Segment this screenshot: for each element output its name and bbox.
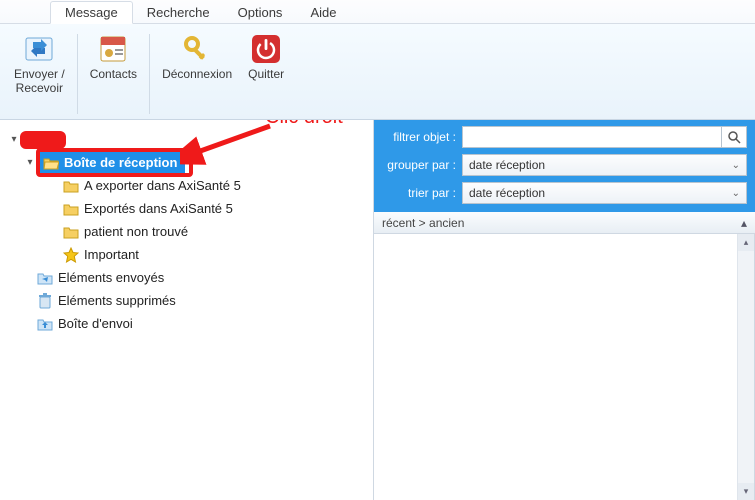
- tree-subfolder-important[interactable]: Important: [4, 243, 369, 266]
- chevron-down-icon: ⌄: [732, 160, 740, 171]
- star-icon: [62, 247, 80, 263]
- search-icon: [727, 130, 741, 144]
- sent-folder-icon: [36, 270, 54, 286]
- quit-button[interactable]: Quitter: [240, 30, 292, 118]
- main-area: Clic droit ▾ ▾: [0, 120, 755, 500]
- tree-sent-item[interactable]: Eléments envoyés: [4, 266, 369, 289]
- folder-icon: [62, 178, 80, 194]
- redacted-root-label: [20, 131, 66, 149]
- annotation-highlight-box: Boîte de réception: [36, 148, 193, 177]
- caret-up-icon: ▴: [741, 216, 747, 230]
- tree-inbox-item[interactable]: ▾ Boîte de réception: [4, 151, 369, 174]
- caret-down-icon[interactable]: ▾: [24, 157, 36, 168]
- tab-options[interactable]: Options: [224, 2, 297, 23]
- tree-outbox-item[interactable]: Boîte d'envoi: [4, 312, 369, 335]
- send-receive-label: Envoyer / Recevoir: [14, 68, 65, 96]
- sort-by-label: trier par :: [382, 186, 456, 200]
- contacts-icon: [96, 32, 130, 66]
- trash-icon: [36, 293, 54, 309]
- filter-object-label: filtrer objet :: [382, 130, 456, 144]
- key-icon: [180, 32, 214, 66]
- folder-icon: [62, 201, 80, 217]
- folder-icon: [62, 224, 80, 240]
- tab-recherche[interactable]: Recherche: [133, 2, 224, 23]
- sort-direction-label: récent > ancien: [382, 216, 464, 230]
- sort-by-value: date réception: [469, 186, 545, 200]
- tree-item-label: patient non trouvé: [84, 224, 188, 239]
- tree-item-label: Exportés dans AxiSanté 5: [84, 201, 233, 216]
- outbox-folder-icon: [36, 316, 54, 332]
- tab-aide[interactable]: Aide: [296, 2, 350, 23]
- folder-tree-pane: Clic droit ▾ ▾: [0, 120, 374, 500]
- tree-item-label: Eléments supprimés: [58, 293, 176, 308]
- vertical-scrollbar[interactable]: ▴ ▾: [737, 234, 754, 500]
- disconnect-label: Déconnexion: [162, 68, 232, 82]
- group-by-label: grouper par :: [382, 158, 456, 172]
- filter-bar: filtrer objet : grouper par : date récep…: [374, 120, 755, 212]
- ribbon-separator: [77, 34, 78, 114]
- filter-object-input[interactable]: [462, 126, 721, 148]
- tree-subfolder-item[interactable]: Exportés dans AxiSanté 5: [4, 197, 369, 220]
- quit-label: Quitter: [248, 68, 284, 82]
- group-by-combo[interactable]: date réception ⌄: [462, 154, 747, 176]
- sort-direction-header[interactable]: récent > ancien ▴: [374, 212, 755, 234]
- chevron-down-icon: ⌄: [732, 188, 740, 199]
- send-receive-button[interactable]: Envoyer / Recevoir: [6, 30, 73, 118]
- tree-subfolder-item[interactable]: patient non trouvé: [4, 220, 369, 243]
- tree-item-label: Boîte d'envoi: [58, 316, 133, 331]
- ribbon-tabs: Message Recherche Options Aide: [0, 0, 755, 24]
- message-list[interactable]: ▴ ▾: [374, 234, 755, 500]
- ribbon-separator: [149, 34, 150, 114]
- power-icon: [249, 32, 283, 66]
- folder-open-icon: [42, 155, 60, 171]
- contacts-button[interactable]: Contacts: [82, 30, 145, 118]
- tree-item-label: Boîte de réception: [64, 155, 177, 170]
- caret-down-icon[interactable]: ▾: [8, 134, 20, 145]
- sort-by-combo[interactable]: date réception ⌄: [462, 182, 747, 204]
- ribbon: Envoyer / Recevoir Contacts Déconnexion: [0, 24, 755, 120]
- tree-item-label: Important: [84, 247, 139, 262]
- disconnect-button[interactable]: Déconnexion: [154, 30, 240, 118]
- message-list-pane: filtrer objet : grouper par : date récep…: [374, 120, 755, 500]
- tree-subfolder-item[interactable]: A exporter dans AxiSanté 5: [4, 174, 369, 197]
- contacts-label: Contacts: [90, 68, 137, 82]
- folder-tree[interactable]: ▾ ▾ Boîte de réception: [0, 120, 373, 343]
- group-by-value: date réception: [469, 158, 545, 172]
- tab-message[interactable]: Message: [50, 1, 133, 24]
- search-button[interactable]: [721, 126, 747, 148]
- tree-item-label: A exporter dans AxiSanté 5: [84, 178, 241, 193]
- scroll-track[interactable]: [738, 251, 754, 483]
- scroll-up-button[interactable]: ▴: [738, 234, 754, 251]
- send-receive-icon: [22, 32, 56, 66]
- tree-item-label: Eléments envoyés: [58, 270, 164, 285]
- tree-deleted-item[interactable]: Eléments supprimés: [4, 289, 369, 312]
- scroll-down-button[interactable]: ▾: [738, 483, 754, 500]
